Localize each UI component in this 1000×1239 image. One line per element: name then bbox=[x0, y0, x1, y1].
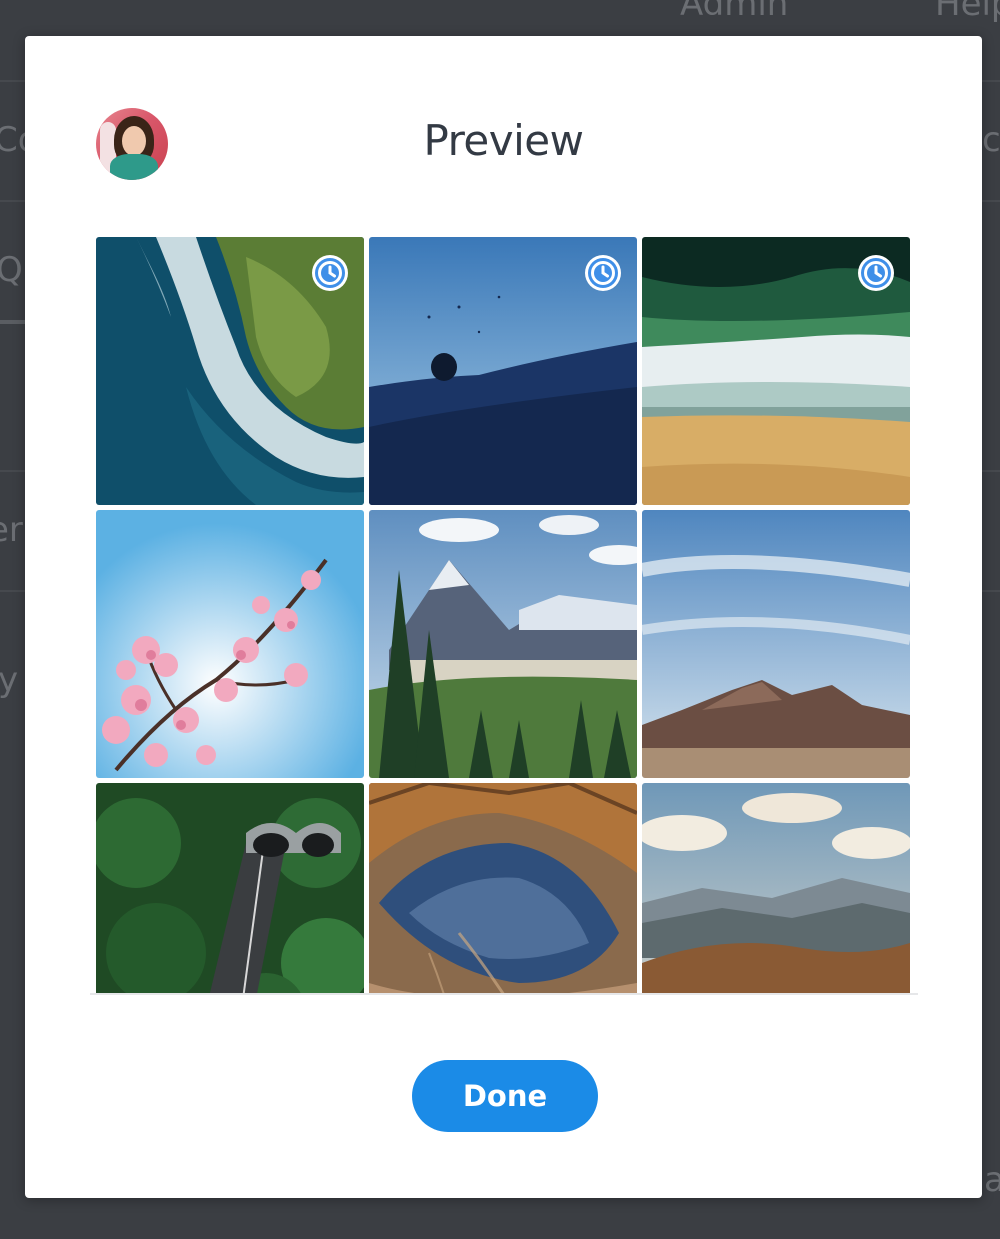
photo-tile[interactable] bbox=[369, 510, 637, 778]
photo-tile[interactable] bbox=[369, 783, 637, 993]
clock-icon bbox=[858, 255, 894, 291]
clock-icon bbox=[585, 255, 621, 291]
photo-tile[interactable] bbox=[369, 237, 637, 505]
photo-tile[interactable] bbox=[642, 237, 910, 505]
photo-tile[interactable] bbox=[642, 783, 910, 993]
bg-text-fragment: er bbox=[0, 510, 23, 550]
photo-grid bbox=[90, 234, 918, 995]
photo-tile[interactable] bbox=[642, 510, 910, 778]
bg-text-fragment: y bbox=[0, 660, 19, 700]
photo-tile[interactable] bbox=[96, 783, 364, 993]
bg-text-fragment: c bbox=[982, 120, 1000, 160]
bg-text-fragment: ac bbox=[984, 1160, 1000, 1200]
photo-tile[interactable] bbox=[96, 510, 364, 778]
photo-tile[interactable] bbox=[96, 237, 364, 505]
bg-nav-admin: Admin bbox=[680, 0, 789, 24]
modal-title: Preview bbox=[423, 116, 585, 165]
done-button[interactable]: Done bbox=[412, 1060, 598, 1132]
preview-modal: Preview Done bbox=[25, 36, 982, 1198]
clock-icon bbox=[312, 255, 348, 291]
bg-nav-help: Help bbox=[935, 0, 1000, 24]
